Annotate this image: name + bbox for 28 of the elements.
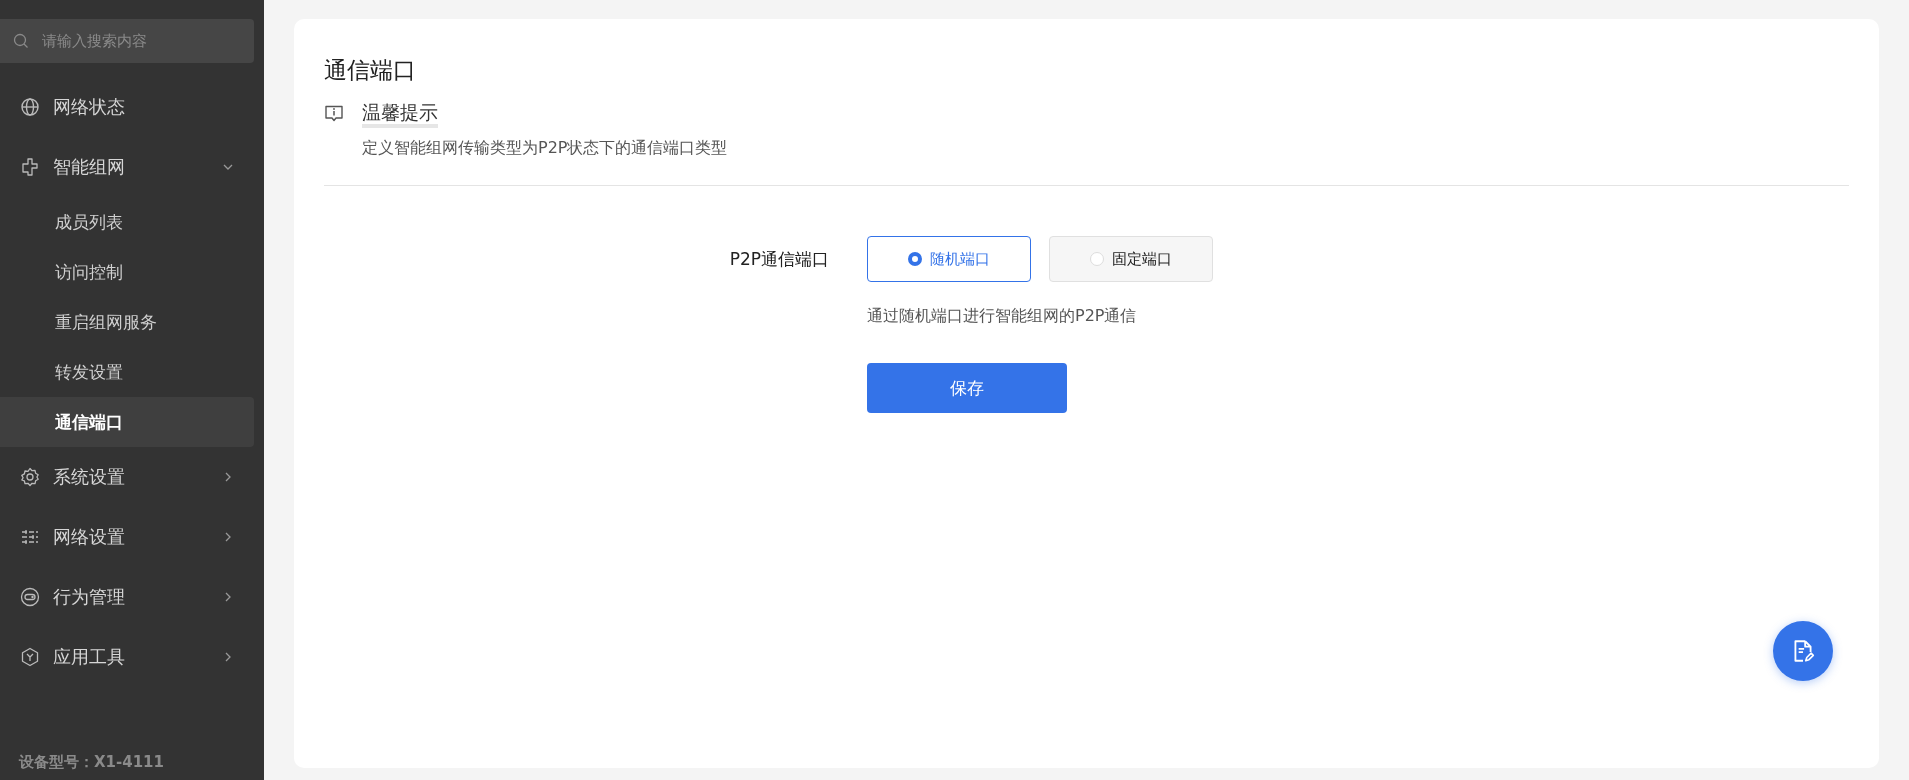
sliders-icon bbox=[20, 527, 40, 547]
hexagon-icon bbox=[20, 647, 40, 667]
tip-title: 温馨提示 bbox=[362, 100, 438, 128]
radio-option[interactable]: 随机端口 bbox=[867, 236, 1031, 282]
page-title: 通信端口 bbox=[324, 56, 417, 85]
submenu-item[interactable]: 重启组网服务 bbox=[0, 297, 254, 347]
search-field[interactable]: 请输入搜索内容 bbox=[0, 19, 254, 63]
submenu-item[interactable]: 转发设置 bbox=[0, 347, 254, 397]
field-label: P2P通信端口 bbox=[728, 247, 829, 271]
radio-option[interactable]: 固定端口 bbox=[1049, 236, 1213, 282]
toggle-icon bbox=[20, 587, 40, 607]
cross-shape-icon bbox=[20, 157, 40, 177]
menu-item[interactable]: 智能组网 bbox=[0, 137, 254, 197]
submenu-item[interactable]: 通信端口 bbox=[0, 397, 254, 447]
submenu-item[interactable]: 访问控制 bbox=[0, 247, 254, 297]
menu-item[interactable]: 网络设置 bbox=[0, 507, 254, 567]
globe-icon bbox=[20, 97, 40, 117]
save-button[interactable]: 保存 bbox=[867, 363, 1067, 413]
submenu-item[interactable]: 成员列表 bbox=[0, 197, 254, 247]
info-icon bbox=[324, 105, 344, 123]
menu-item[interactable]: 行为管理 bbox=[0, 567, 254, 627]
help-text: 通过随机端口进行智能组网的P2P通信 bbox=[867, 306, 1137, 327]
menu-item[interactable]: 网络状态 bbox=[0, 77, 254, 137]
settings-icon bbox=[20, 467, 40, 487]
menu-item[interactable]: 系统设置 bbox=[0, 447, 254, 507]
device-model-text: 设备型号：X1-4111 bbox=[17, 753, 165, 773]
menu-item[interactable]: 应用工具 bbox=[0, 627, 254, 687]
tip-text: 定义智能组网传输类型为P2P状态下的通信端口类型 bbox=[362, 138, 729, 159]
